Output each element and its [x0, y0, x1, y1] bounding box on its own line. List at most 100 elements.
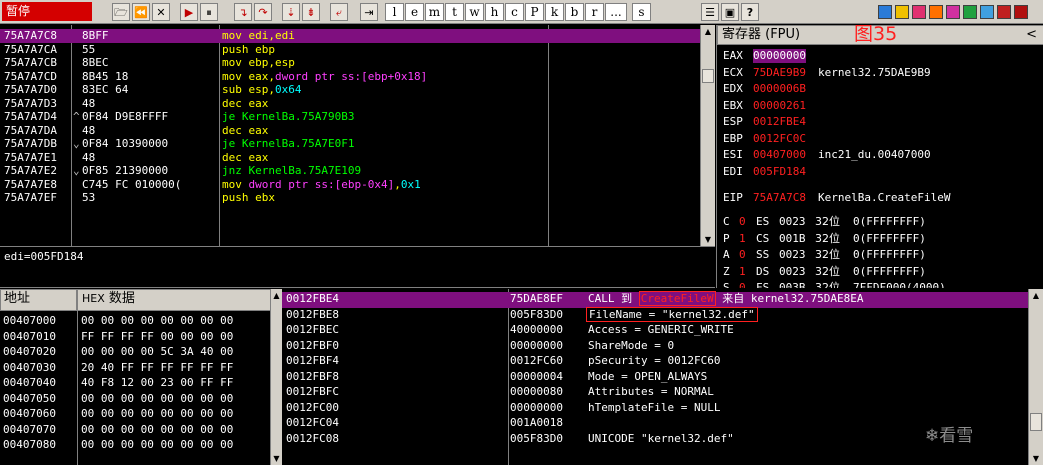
stack-row[interactable]: 0012FBEC 40000000 Access = GENERIC_WRITE [282, 323, 1028, 339]
plugin-icon-1[interactable] [878, 5, 892, 19]
disasm-row[interactable]: 75A7A7E2 ⌄ 0F85 21390000 jnz KernelBa.75A7E… [0, 164, 700, 178]
flag-value[interactable]: 0 [739, 215, 746, 229]
dump-pane[interactable]: 地址 HEX 数据 00407000 00 00 00 00 00 00 00 0… [0, 289, 270, 465]
trace-over-icon[interactable]: ⇟ [302, 3, 320, 21]
disasm-row[interactable]: 75A7A7D3 48 dec eax [0, 97, 700, 111]
close-pane-icon[interactable]: < [1026, 26, 1037, 44]
register-value[interactable]: 0012FBE4 [753, 115, 806, 129]
close-icon[interactable]: ✕ [152, 3, 170, 21]
flag-value[interactable]: 1 [739, 265, 746, 279]
window-icon[interactable]: ▣ [721, 3, 739, 21]
go-to-icon[interactable]: ⇥ [360, 3, 378, 21]
plugin-icon-9[interactable] [1014, 5, 1028, 19]
flag-row[interactable]: A 0 SS 0023 32位 0(FFFFFFFF) [723, 248, 1043, 265]
register-row[interactable]: ESI 00407000 inc21_du.00407000 [723, 148, 1043, 165]
disasm-row[interactable]: 75A7A7E1 48 dec eax [0, 151, 700, 165]
dump-scroll-up-icon[interactable]: ▲ [271, 289, 282, 302]
plugin-icon-4[interactable] [929, 5, 943, 19]
stack-row[interactable]: 0012FC04 001A0018 [282, 416, 1028, 432]
scroll-down-icon[interactable]: ▼ [701, 233, 715, 246]
register-value[interactable]: 75A7A7C8 [753, 191, 806, 205]
register-row[interactable] [723, 181, 1043, 191]
plugin-icon-8[interactable] [997, 5, 1011, 19]
plugin-icon-3[interactable] [912, 5, 926, 19]
register-row[interactable]: EIP 75A7A7C8 KernelBa.CreateFileW [723, 191, 1043, 208]
disasm-row[interactable]: 75A7A7EF 53 push ebx [0, 191, 700, 205]
disasm-row[interactable]: 75A7A7DB ⌄ 0F84 10390000 je KernelBa.75A7E0… [0, 137, 700, 151]
flag-row[interactable]: C 0 ES 0023 32位 0(FFFFFFFF) [723, 215, 1043, 232]
dump-col-hex[interactable]: HEX 数据 [77, 289, 270, 311]
flag-row[interactable]: P 1 CS 001B 32位 0(FFFFFFFF) [723, 232, 1043, 249]
register-value[interactable]: 00407000 [753, 148, 806, 162]
scroll-thumb[interactable] [702, 69, 714, 83]
menu-letter-button-10[interactable]: r [585, 3, 604, 21]
plugin-icon-5[interactable] [946, 5, 960, 19]
stack-row[interactable]: 0012FBF0 00000000 ShareMode = 0 [282, 339, 1028, 355]
register-value[interactable]: 00000261 [753, 99, 806, 113]
flag-value[interactable]: 0 [739, 281, 746, 288]
stack-row[interactable]: 0012FBF8 00000004 Mode = OPEN_ALWAYS [282, 370, 1028, 386]
open-file-icon[interactable]: 🗁 [112, 3, 130, 21]
menu-letter-button-12[interactable]: s [632, 3, 651, 21]
step-into-icon[interactable]: ↴ [234, 3, 252, 21]
restart-icon[interactable]: ⏪ [132, 3, 150, 21]
step-over-icon[interactable]: ↷ [254, 3, 272, 21]
trace-into-icon[interactable]: ⇣ [282, 3, 300, 21]
disasm-row[interactable]: 75A7A7CD 8B45 18 mov eax,dword ptr ss:[eb… [0, 70, 700, 84]
disasm-row[interactable]: 75A7A7E8 C745 FC 010000(mov dword ptr ss… [0, 178, 700, 192]
run-icon[interactable]: ▶ [180, 3, 198, 21]
dump-row[interactable]: 00407080 00 00 00 00 00 00 00 00 [3, 438, 270, 454]
flag-row[interactable]: Z 1 DS 0023 32位 0(FFFFFFFF) [723, 265, 1043, 282]
disasm-row[interactable]: 75A7A7CB 8BEC mov ebp,esp [0, 56, 700, 70]
dump-scroll-down-icon[interactable]: ▼ [271, 452, 282, 465]
register-row[interactable]: ECX 75DAE9B9 kernel32.75DAE9B9 [723, 66, 1043, 83]
disassembly-pane[interactable]: 75A7A7C8 8BFF mov edi,edi 75A7A7CA 55 push … [0, 25, 700, 246]
menu-letter-button-8[interactable]: k [545, 3, 564, 21]
plugin-icon-7[interactable] [980, 5, 994, 19]
dump-col-address[interactable]: 地址 [0, 289, 77, 311]
list-view-icon[interactable]: ☰ [701, 3, 719, 21]
stack-scroll-thumb[interactable] [1030, 413, 1042, 431]
register-row[interactable]: EBP 0012FC0C [723, 132, 1043, 149]
execute-till-return-icon[interactable]: ⤶ [330, 3, 348, 21]
stack-scroll-down-icon[interactable]: ▼ [1029, 452, 1043, 465]
stack-row[interactable]: 0012FBF4 0012FC60 pSecurity = 0012FC60 [282, 354, 1028, 370]
stack-row[interactable]: 0012FC08 005F83D0 UNICODE "kernel32.def" [282, 432, 1028, 448]
register-row[interactable]: EDI 005FD184 [723, 165, 1043, 182]
dump-row[interactable]: 00407010 FF FF FF FF 00 00 00 00 [3, 330, 270, 346]
menu-letter-button-9[interactable]: b [565, 3, 584, 21]
menu-letter-button-5[interactable]: h [485, 3, 504, 21]
scroll-up-icon[interactable]: ▲ [701, 25, 715, 38]
register-row[interactable]: ESP 0012FBE4 [723, 115, 1043, 132]
register-value[interactable]: 75DAE9B9 [753, 66, 806, 80]
plugin-icon-6[interactable] [963, 5, 977, 19]
register-value[interactable]: 0012FC0C [753, 132, 806, 146]
stack-row[interactable]: 0012FBE4 75DAE8EF CALL 到 CreateFileW 来自 ke… [282, 291, 1028, 308]
stack-row[interactable]: 0012FBFC 00000080 Attributes = NORMAL [282, 385, 1028, 401]
plugin-icon-2[interactable] [895, 5, 909, 19]
dump-row[interactable]: 00407040 40 F8 12 00 23 00 FF FF [3, 376, 270, 392]
dump-row[interactable]: 00407030 20 40 FF FF FF FF FF FF [3, 361, 270, 377]
help-icon[interactable]: ? [741, 3, 759, 21]
flag-row[interactable]: S 0 FS 003B 32位 7FFDF000(4000) [723, 281, 1043, 288]
menu-letter-button-3[interactable]: t [445, 3, 464, 21]
register-row[interactable]: EAX 00000000 [723, 49, 1043, 66]
disasm-row[interactable]: 75A7A7CA 55 push ebp [0, 43, 700, 57]
disasm-row[interactable]: 75A7A7DA 48 dec eax [0, 124, 700, 138]
dump-row[interactable]: 00407020 00 00 00 00 5C 3A 40 00 [3, 345, 270, 361]
stack-pane[interactable]: 0012FBE4 75DAE8EF CALL 到 CreateFileW 来自 ke… [282, 289, 1028, 465]
register-value[interactable]: 00000000 [753, 49, 806, 63]
flag-value[interactable]: 0 [739, 248, 746, 262]
dump-row[interactable]: 00407050 00 00 00 00 00 00 00 00 [3, 392, 270, 408]
registers-pane[interactable]: 寄存器 (FPU) 图35 < EAX 00000000 ECX 75DAE9B9 ke… [716, 25, 1043, 288]
stack-scroll-up-icon[interactable]: ▲ [1029, 289, 1043, 302]
menu-letter-button-0[interactable]: l [385, 3, 404, 21]
dump-scrollbar[interactable]: ▲ ▼ [270, 289, 282, 465]
menu-letter-button-4[interactable]: w [465, 3, 484, 21]
dump-row[interactable]: 00407070 00 00 00 00 00 00 00 00 [3, 423, 270, 439]
register-value[interactable]: 005FD184 [753, 165, 806, 179]
disasm-row[interactable]: 75A7A7D0 83EC 64 sub esp,0x64 [0, 83, 700, 97]
menu-letter-button-1[interactable]: e [405, 3, 424, 21]
flag-value[interactable]: 1 [739, 232, 746, 246]
menu-letter-button-6[interactable]: c [505, 3, 524, 21]
